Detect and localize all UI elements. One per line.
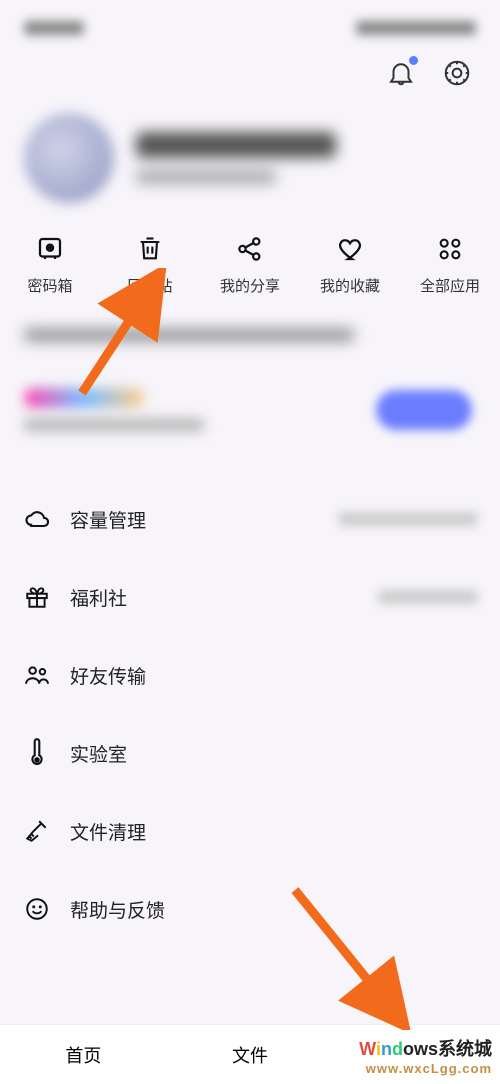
safe-icon (35, 233, 65, 265)
nav-files[interactable]: 文件 (167, 1025, 334, 1084)
promo-button[interactable] (376, 390, 472, 430)
nav-home[interactable]: 首页 (0, 1025, 167, 1084)
gift-icon (22, 584, 52, 610)
menu-label: 帮助与反馈 (70, 896, 478, 923)
menu-label: 容量管理 (70, 506, 320, 533)
menu-welfare[interactable]: 福利社 (22, 558, 478, 636)
quick-my-favorites[interactable]: 我的收藏 (304, 233, 396, 296)
cloud-icon (22, 507, 52, 531)
bottom-nav: 首页 文件 我的 (0, 1024, 500, 1084)
promo-section (0, 310, 500, 450)
menu-capacity[interactable]: 容量管理 (22, 480, 478, 558)
menu-right-text (378, 590, 478, 604)
grid-icon (436, 233, 464, 265)
nav-label: 文件 (232, 1042, 268, 1068)
menu-label: 好友传输 (70, 662, 478, 689)
notifications-button[interactable] (386, 58, 416, 93)
quick-label: 我的收藏 (320, 275, 380, 296)
smile-icon (22, 896, 52, 922)
broom-icon (22, 818, 52, 844)
share-icon (235, 233, 265, 265)
menu-label: 福利社 (70, 584, 360, 611)
nav-me[interactable]: 我的 (333, 1025, 500, 1084)
people-icon (22, 663, 52, 687)
profile-section[interactable] (0, 99, 500, 215)
quick-label: 回收站 (127, 275, 172, 296)
menu-list: 容量管理 福利社 好友传输 实验室 文件清理 帮助与反馈 (0, 480, 500, 948)
status-bar (0, 0, 500, 44)
menu-label: 文件清理 (70, 818, 478, 845)
nav-label: 首页 (65, 1042, 101, 1068)
avatar (24, 113, 114, 203)
profile-info (136, 132, 476, 184)
notification-dot (409, 56, 418, 65)
quick-my-share[interactable]: 我的分享 (204, 233, 296, 296)
quick-actions: 密码箱 回收站 我的分享 我的收藏 全部应用 (0, 215, 500, 310)
menu-label: 实验室 (70, 740, 478, 767)
header-actions (0, 44, 500, 99)
quick-password-box[interactable]: 密码箱 (4, 233, 96, 296)
thermometer-icon (22, 738, 52, 768)
settings-button[interactable] (442, 58, 472, 93)
menu-cleanup[interactable]: 文件清理 (22, 792, 478, 870)
quick-label: 我的分享 (220, 275, 280, 296)
quick-label: 全部应用 (420, 275, 480, 296)
menu-friend-transfer[interactable]: 好友传输 (22, 636, 478, 714)
heart-icon (334, 233, 366, 265)
quick-label: 密码箱 (27, 275, 72, 296)
quick-all-apps[interactable]: 全部应用 (404, 233, 496, 296)
gear-icon (442, 58, 472, 88)
trash-icon (136, 233, 164, 265)
menu-right-text (338, 512, 478, 526)
menu-help[interactable]: 帮助与反馈 (22, 870, 478, 948)
menu-lab[interactable]: 实验室 (22, 714, 478, 792)
quick-recycle-bin[interactable]: 回收站 (104, 233, 196, 296)
